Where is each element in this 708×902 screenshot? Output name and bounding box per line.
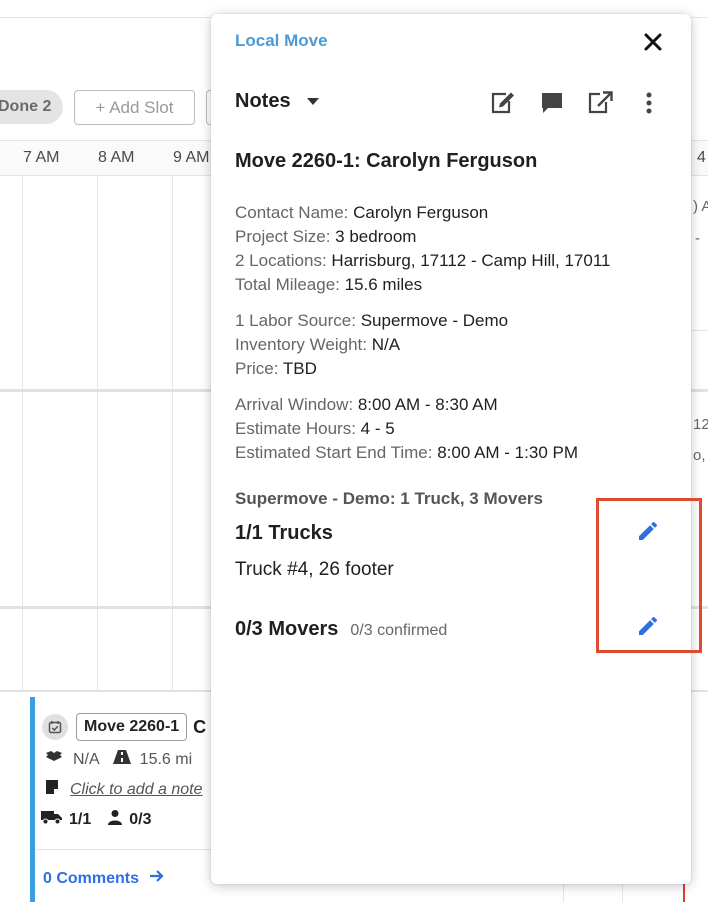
more-vertical-icon (646, 92, 652, 114)
open-external-icon (588, 91, 613, 114)
detail-inventory-weight: Inventory Weight: N/A (235, 335, 401, 354)
comment-button[interactable] (538, 90, 566, 116)
comments-link[interactable]: 0 Comments (43, 870, 139, 888)
grid-line (172, 176, 173, 691)
slot-text-partial: ) A (693, 198, 708, 215)
open-external-button[interactable] (586, 90, 614, 116)
detail-estimate-hours: Estimate Hours: 4 - 5 (235, 419, 395, 438)
details-group-labor: 1 Labor Source: Supermove - Demo Invento… (235, 309, 508, 381)
edit-note-icon (491, 92, 514, 114)
hour-label: 8 AM (98, 149, 135, 166)
truck-icon (41, 809, 63, 830)
add-slot-button[interactable]: + Add Slot (74, 90, 195, 125)
move-details-panel: Local Move Notes Move 2260-1: Carolyn Fe… (211, 14, 691, 884)
done-count-chip[interactable]: Done 2 (0, 90, 64, 124)
view-selector-label: Notes (235, 90, 291, 112)
trucks-heading: 1/1 Trucks (235, 522, 333, 544)
grid-line (97, 176, 98, 691)
job-card[interactable]: Move 2260-1 C N/A 15.6 mi Click to add a… (30, 697, 220, 902)
more-options-button[interactable] (635, 90, 663, 116)
detail-price: Price: TBD (235, 359, 317, 378)
card-trucks: 1/1 (69, 810, 92, 828)
truck-assignment: Truck #4, 26 footer (235, 559, 394, 580)
detail-estimated-time: Estimated Start End Time: 8:00 AM - 1:30… (235, 443, 578, 462)
detail-project-size: Project Size: 3 bedroom (235, 227, 417, 246)
grid-line (22, 176, 23, 691)
detail-labor-source: 1 Labor Source: Supermove - Demo (235, 311, 509, 330)
move-tag[interactable]: Move 2260-1 (76, 713, 188, 741)
job-type-label: Local Move (235, 31, 328, 50)
card-mileage: 15.6 mi (139, 750, 193, 768)
slot-text-partial: - (695, 230, 700, 247)
detail-arrival-window: Arrival Window: 8:00 AM - 8:30 AM (235, 395, 498, 414)
crew-title: Supermove - Demo: 1 Truck, 3 Movers (235, 489, 543, 508)
movers-row: 0/3 Movers 0/3 confirmed (235, 618, 447, 641)
close-button[interactable] (641, 30, 665, 54)
hour-label: 9 AM (173, 149, 210, 166)
movers-confirmed: 0/3 confirmed (350, 622, 448, 639)
detail-mileage: Total Mileage: 15.6 miles (235, 275, 423, 294)
detail-locations: 2 Locations: Harrisburg, 17112 - Camp Hi… (235, 251, 611, 270)
calendar-check-icon (42, 714, 68, 740)
details-group-contact: Contact Name: Carolyn Ferguson Project S… (235, 201, 610, 297)
slot-text-partial: 12 (693, 416, 708, 433)
divider (35, 849, 220, 850)
hour-label-partial: 4 (697, 149, 706, 166)
close-icon (644, 33, 662, 51)
add-note-link[interactable]: Click to add a note (70, 781, 203, 799)
person-icon (107, 809, 123, 830)
chevron-down-icon (306, 98, 319, 105)
slot-text-partial: o, (693, 447, 706, 464)
annotation-highlight-box (596, 498, 702, 653)
move-title: Move 2260-1: Carolyn Ferguson (235, 150, 538, 172)
comment-icon (542, 93, 562, 113)
arrow-right-icon[interactable] (149, 869, 165, 888)
card-weight: N/A (73, 750, 100, 768)
boxes-icon (44, 750, 64, 769)
edit-note-button[interactable] (489, 90, 517, 116)
road-icon (112, 749, 132, 770)
hour-label: 7 AM (23, 149, 60, 166)
view-selector-dropdown[interactable]: Notes (235, 90, 319, 113)
row-separator (690, 330, 708, 331)
note-icon (44, 779, 60, 800)
details-group-timing: Arrival Window: 8:00 AM - 8:30 AM Estima… (235, 393, 578, 465)
customer-name-partial: C (193, 716, 207, 737)
movers-heading: 0/3 Movers (235, 618, 339, 640)
detail-contact-name: Contact Name: Carolyn Ferguson (235, 203, 489, 222)
card-movers: 0/3 (129, 810, 152, 828)
